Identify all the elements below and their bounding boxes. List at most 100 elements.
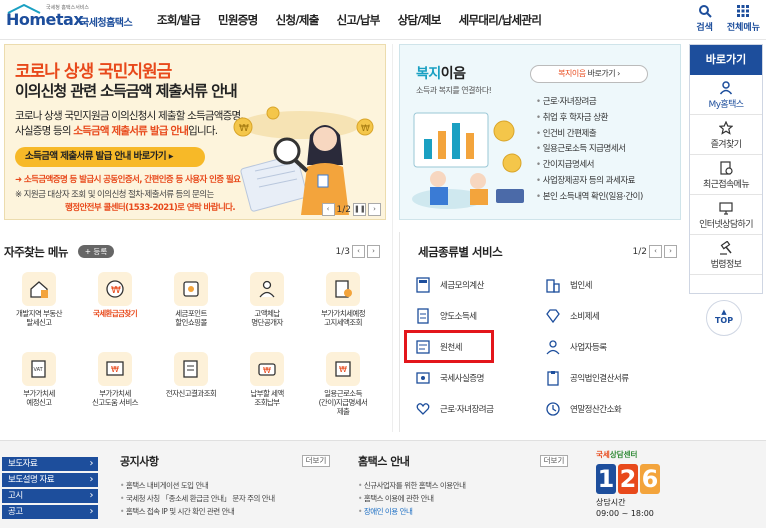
frequent-item[interactable]: 고액체납 명단공개자 <box>232 272 302 346</box>
search-button[interactable]: 검색 <box>696 4 713 33</box>
nav-menu-inquiry[interactable]: 조회/발급 <box>148 0 209 40</box>
nav-menu-application[interactable]: 신청/제출 <box>267 0 328 40</box>
hometax-guide-more-button[interactable]: 더보기 <box>540 455 568 467</box>
guide-item[interactable]: 홈택스 이용에 관한 안내 <box>358 492 568 505</box>
hometax-logo[interactable]: 국세청 홈택스서비스 Hometax 국세청홈택스 <box>6 4 136 36</box>
frequent-item[interactable]: ₩ 납부할 세액 조회납부 <box>232 352 302 426</box>
nav-menu-agent[interactable]: 세무대리/납세관리 <box>450 0 551 40</box>
welfare-item[interactable]: 본인 소득내역 확인(일용·간이) <box>536 190 644 206</box>
tax-service-item[interactable]: 세금모의계산 <box>414 272 544 297</box>
quick-favorites[interactable]: 즐겨찾기 <box>690 115 762 155</box>
frequent-menu: 자주찾는 메뉴 + 등록 1/3 ‹ › 개발지역 부동산 탈세신고 ₩ 국세환급… <box>4 232 382 432</box>
logo-agency: 국세청홈택스 <box>80 18 133 29</box>
frequent-item-label: 부가가치세예정 고지세액조회 <box>320 309 366 327</box>
footer-quick-links: 보도자료 보도설명 자료 고시 공고 <box>2 457 98 521</box>
frequent-prev-button[interactable]: ‹ <box>352 245 365 258</box>
scroll-top-button[interactable]: TOP <box>706 300 742 336</box>
quick-panel: 바로가기 My홈택스 즐겨찾기 최근접속메뉴 인터넷상담하기 법령정보 <box>689 44 763 294</box>
all-menu-label: 전체메뉴 <box>726 23 760 33</box>
welfare-title-highlight: 복지 <box>416 66 441 82</box>
quick-online-consult[interactable]: 인터넷상담하기 <box>690 195 762 235</box>
welfare-item[interactable]: 일용근로소득 지급명세서 <box>536 142 643 158</box>
all-menu-button[interactable]: 전체메뉴 <box>727 4 760 33</box>
diamond-icon <box>544 307 562 325</box>
tax-services-title: 세금종류별 서비스 <box>418 245 503 259</box>
banner-illustration-icon: ₩ ₩ <box>233 106 374 215</box>
frequent-item-label: 납부할 세액 조회납부 <box>250 389 284 407</box>
banner-note-2: ※ 지원금 대상자 조회 및 이의신청 절차·제출서류 등의 문의는 <box>15 190 214 200</box>
nav-menu-consult[interactable]: 상담/제보 <box>389 0 450 40</box>
tax-service-item[interactable]: 소비제세 <box>544 303 674 328</box>
banner-next-button[interactable]: › <box>368 203 381 216</box>
content-divider <box>392 44 393 432</box>
tax-service-item[interactable]: 국세사실증명 <box>414 365 544 390</box>
tax-service-item[interactable]: 법인세 <box>544 272 674 297</box>
welfare-item[interactable]: 사업장제공자 등의 과세자료 <box>536 174 643 190</box>
tax-service-item-highlighted[interactable]: 원천세 <box>404 330 494 363</box>
tax-service-label: 연말정산간소화 <box>570 404 622 415</box>
calculator-icon <box>414 276 432 294</box>
notice-item[interactable]: 홈택스 접속 IP 및 시간 확인 관련 안내 <box>120 505 330 518</box>
tax-service-item[interactable]: 근로·자녀장려금 <box>414 396 544 421</box>
banner-desc-2-highlight: 소득금액 제출서류 발급 안내 <box>73 125 189 137</box>
frequent-item[interactable]: ₩ 국세환급금찾기 <box>80 272 150 346</box>
frequent-item[interactable]: ₩ 부가가치세 신고도움 서비스 <box>80 352 150 426</box>
frequent-item-label: 국세환급금찾기 <box>92 309 138 318</box>
notice-item[interactable]: 홈택스 내비게이션 도입 안내 <box>120 479 330 492</box>
welfare-shortcut-button[interactable]: 복지이음 바로가기 › <box>530 65 648 83</box>
heart-hand-icon <box>414 400 432 418</box>
welfare-item[interactable]: 취업 후 학자금 상환 <box>536 111 643 127</box>
frequent-item[interactable]: 세금포인트 할인쇼핑몰 <box>156 272 226 346</box>
svg-text:₩: ₩ <box>111 365 119 374</box>
tax-service-item[interactable]: 양도소득세 <box>414 303 544 328</box>
tax-service-item[interactable]: 공익법인결산서류 <box>544 365 674 390</box>
frequent-next-button[interactable]: › <box>367 245 380 258</box>
banner-prev-button[interactable]: ‹ <box>321 203 335 216</box>
nav-menu-filing[interactable]: 신고/납부 <box>328 0 389 40</box>
frequent-item[interactable]: 부가가치세예정 고지세액조회 <box>308 272 378 346</box>
gavel-icon <box>720 241 732 255</box>
tax-service-item[interactable]: 연말정산간소화 <box>544 396 674 421</box>
welfare-item[interactable]: 근로·자녀장려금 <box>536 95 643 111</box>
tax-services-pager: 1/2 ‹ › <box>633 245 677 258</box>
guide-item[interactable]: 신규사업자를 위한 홈택스 이용안내 <box>358 479 568 492</box>
house-report-icon <box>22 272 56 306</box>
tax-page-indicator: 1/2 <box>632 246 647 257</box>
withholding-document-icon <box>414 338 432 356</box>
quick-my-hometax[interactable]: My홈택스 <box>690 75 762 115</box>
grid-icon <box>737 5 750 17</box>
nav-menu-certificates[interactable]: 민원증명 <box>209 0 267 40</box>
banner-desc-1: 코로나 상생 국민지원금 이의신청시 제출할 소득금액증명, <box>15 110 244 122</box>
notification-button[interactable]: 고시 <box>2 489 98 503</box>
frequent-item[interactable]: ₩ 일용근로소득 (간이)지급명세서 제출 <box>308 352 378 426</box>
welfare-item[interactable]: 간이지급명세서 <box>536 158 643 174</box>
frequent-item[interactable]: 전자신고결과조회 <box>156 352 226 426</box>
welfare-item[interactable]: 인건비 간편제출 <box>536 127 643 143</box>
svg-text:₩: ₩ <box>361 124 370 134</box>
notice-more-button[interactable]: 더보기 <box>302 455 330 467</box>
press-explanation-button[interactable]: 보도설명 자료 <box>2 473 98 487</box>
notice-item[interactable]: 국세청 사칭 「종소세 환급금 안내」 문자 주의 안내 <box>120 492 330 505</box>
main-nav: 조회/발급 민원증명 신청/제출 신고/납부 상담/제보 세무대리/납세관리 <box>148 0 550 40</box>
banner-pause-button[interactable]: ❚❚ <box>353 203 366 216</box>
tax-prev-button[interactable]: ‹ <box>649 245 662 258</box>
main-banner[interactable]: 코로나 상생 국민지원금 이의신청 관련 소득금액 제출서류 안내 코로나 상생… <box>4 44 386 220</box>
call-center-number: 1 2 6 <box>596 464 686 494</box>
chevron-right-icon: ▸ <box>168 151 174 162</box>
tax-next-button[interactable]: › <box>664 245 677 258</box>
banner-shortcut-button[interactable]: 소득금액 제출서류 발급 안내 바로가기 ▸ <box>15 147 205 167</box>
guide-item[interactable]: 장애인 이용 안내 <box>358 505 568 518</box>
frequent-item[interactable]: 개발지역 부동산 탈세신고 <box>4 272 74 346</box>
tax-service-label: 법인세 <box>570 280 592 291</box>
star-icon <box>719 121 733 135</box>
press-release-button[interactable]: 보도자료 <box>2 457 98 471</box>
announcement-button[interactable]: 공고 <box>2 505 98 519</box>
banner-title-2: 이의신청 관련 소득금액 제출서류 안내 <box>15 82 238 100</box>
logo-brand: Hometax <box>6 10 84 29</box>
frequent-menu-register-button[interactable]: + 등록 <box>78 245 114 258</box>
tax-service-item[interactable]: 사업자등록 <box>544 334 674 359</box>
quick-recent[interactable]: 최근접속메뉴 <box>690 155 762 195</box>
quick-law-info[interactable]: 법령정보 <box>690 235 762 275</box>
frequent-item[interactable]: VAT 부가가치세 예정신고 <box>4 352 74 426</box>
daily-wage-icon: ₩ <box>326 352 360 386</box>
